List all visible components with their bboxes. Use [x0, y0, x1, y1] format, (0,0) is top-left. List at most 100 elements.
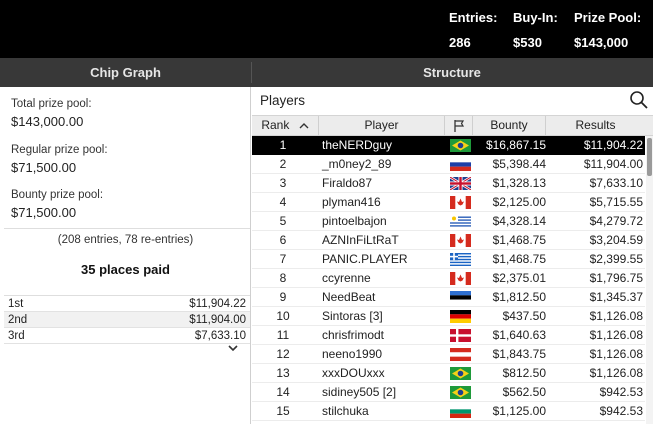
- rank-cell: 8: [279, 271, 287, 285]
- player-name-cell: _m0ney2_89: [322, 157, 392, 171]
- table-row[interactable]: 6 AZNInFiLtRaT $1,468.75 $3,204.59: [252, 231, 645, 250]
- entries-stat: Entries: 286: [449, 10, 497, 50]
- table-row[interactable]: 2 _m0ney2_89 $5,398.44 $11,904.00: [252, 155, 645, 174]
- results-cell: $1,345.37: [589, 290, 643, 304]
- entries-note: (208 entries, 78 re-entries): [57, 234, 194, 246]
- results-cell: $4,279.72: [589, 214, 643, 228]
- table-row[interactable]: 1 theNERDguy $16,867.15 $11,904.22: [252, 136, 645, 155]
- table-row[interactable]: 9 NeedBeat $1,812.50 $1,345.37: [252, 288, 645, 307]
- results-cell: $11,904.00: [583, 157, 643, 171]
- table-row[interactable]: 15 stilchuka $1,125.00 $942.53: [252, 402, 645, 421]
- bounty-cell: $1,468.75: [492, 233, 546, 247]
- payout-place: 3rd: [8, 330, 25, 342]
- country-flag-icon: [450, 158, 471, 171]
- table-row[interactable]: 3 Firaldo87 $1,328.13 $7,633.10: [252, 174, 645, 193]
- rank-cell: 3: [279, 176, 287, 190]
- entries-label: Entries:: [449, 10, 498, 25]
- player-name-cell: NeedBeat: [322, 290, 376, 304]
- player-name-cell: plyman416: [322, 195, 381, 209]
- tab-chip-graph[interactable]: Chip Graph: [0, 58, 251, 87]
- rank-cell: 5: [279, 214, 287, 228]
- prize-summary-panel: Total prize pool: $143,000.00 Regular pr…: [0, 87, 251, 424]
- bounty-cell: $1,125.00: [492, 404, 546, 418]
- country-column-header[interactable]: [445, 116, 473, 135]
- country-flag-icon: [450, 139, 471, 152]
- country-flag-icon: [450, 253, 471, 266]
- player-name-cell: theNERDguy: [322, 138, 393, 152]
- results-cell: $942.53: [599, 404, 643, 418]
- bounty-cell: $5,398.44: [492, 157, 546, 171]
- payout-list: 1st $11,904.22 2nd $11,904.00 3rd $7,633…: [4, 296, 250, 344]
- regular-prize-pool-value: $71,500.00: [11, 160, 77, 175]
- tab-bar: Chip Graph Structure: [0, 58, 653, 87]
- rank-cell: 11: [276, 328, 290, 342]
- table-row[interactable]: 8 ccyrenne $2,375.01 $1,796.75: [252, 269, 645, 288]
- total-prize-pool: Total prize pool: $143,000.00: [11, 98, 92, 129]
- players-table-header: Rank Player Bounty Results: [252, 115, 653, 136]
- country-flag-icon: [450, 177, 471, 190]
- bounty-cell: $1,812.50: [492, 290, 546, 304]
- entries-value: 286: [449, 35, 471, 50]
- country-flag-icon: [450, 196, 471, 209]
- rank-cell: 13: [276, 366, 290, 380]
- player-name-cell: Firaldo87: [322, 176, 373, 190]
- table-row[interactable]: 7 PANIC.PLAYER $1,468.75 $2,399.55: [252, 250, 645, 269]
- bounty-cell: $812.50: [502, 366, 546, 380]
- table-row[interactable]: 11 chrisfrimodt $1,640.63 $1,126.08: [252, 326, 645, 345]
- country-flag-icon: [450, 329, 471, 342]
- scrollbar-thumb[interactable]: [647, 138, 652, 176]
- table-row[interactable]: 13 xxxDOUxxx $812.50 $1,126.08: [252, 364, 645, 383]
- buyin-stat: Buy-In: $530: [513, 10, 558, 50]
- results-cell: $942.53: [599, 385, 643, 399]
- buyin-value: $530: [513, 35, 542, 50]
- results-cell: $1,796.75: [589, 271, 643, 285]
- payout-row: 1st $11,904.22: [4, 296, 250, 312]
- table-row[interactable]: 14 sidiney505 [2] $562.50 $942.53: [252, 383, 645, 402]
- table-row[interactable]: 4 plyman416 $2,125.00 $5,715.55: [252, 193, 645, 212]
- player-name-cell: ccyrenne: [322, 271, 371, 285]
- table-row[interactable]: 12 neeno1990 $1,843.75 $1,126.08: [252, 345, 645, 364]
- rank-column-header[interactable]: Rank: [252, 116, 319, 135]
- regular-prize-pool-label: Regular prize pool:: [11, 144, 108, 156]
- sort-asc-icon: [299, 122, 309, 129]
- bounty-cell: $1,843.75: [492, 347, 546, 361]
- prize-pool-value: $143,000: [574, 35, 629, 50]
- player-name-cell: neeno1990: [322, 347, 383, 361]
- results-cell: $5,715.55: [589, 195, 643, 209]
- rank-cell: 9: [279, 290, 287, 304]
- bounty-cell: $16,867.15: [485, 138, 546, 152]
- bounty-cell: $562.50: [502, 385, 546, 399]
- payout-amount: $11,904.22: [189, 298, 246, 310]
- country-flag-icon: [450, 386, 471, 399]
- chevron-down-icon[interactable]: [226, 341, 240, 353]
- country-flag-icon: [450, 234, 471, 247]
- bounty-prize-pool: Bounty prize pool: $71,500.00: [11, 189, 103, 220]
- flag-icon: [453, 119, 464, 132]
- search-icon[interactable]: [629, 90, 649, 110]
- player-column-header[interactable]: Player: [319, 116, 445, 135]
- prize-pool-label: Prize Pool:: [574, 10, 642, 25]
- tab-structure[interactable]: Structure: [251, 58, 653, 87]
- results-cell: $11,904.22: [583, 138, 643, 152]
- country-flag-icon: [450, 291, 471, 304]
- player-name-cell: PANIC.PLAYER: [322, 252, 408, 266]
- player-name-cell: sidiney505 [2]: [322, 385, 397, 399]
- prize-pool-stat: Prize Pool: $143,000: [574, 10, 641, 50]
- table-row[interactable]: 5 pintoelbajon $4,328.14 $4,279.72: [252, 212, 645, 231]
- buyin-label: Buy-In:: [513, 10, 558, 25]
- bounty-prize-pool-value: $71,500.00: [11, 205, 77, 220]
- total-prize-pool-value: $143,000.00: [11, 114, 84, 129]
- bounty-cell: $2,375.01: [492, 271, 546, 285]
- table-row[interactable]: 10 Sintoras [3] $437.50 $1,126.08: [252, 307, 645, 326]
- regular-prize-pool: Regular prize pool: $71,500.00: [11, 144, 108, 175]
- divider: [4, 228, 250, 229]
- player-name-cell: Sintoras [3]: [322, 309, 383, 323]
- bounty-column-header[interactable]: Bounty: [473, 116, 546, 135]
- rank-cell: 4: [279, 195, 287, 209]
- bounty-cell: $2,125.00: [492, 195, 546, 209]
- country-flag-icon: [450, 367, 471, 380]
- scrollbar[interactable]: [646, 136, 653, 424]
- results-column-header[interactable]: Results: [546, 116, 645, 135]
- bounty-cell: $1,468.75: [492, 252, 546, 266]
- bounty-cell: $1,640.63: [492, 328, 546, 342]
